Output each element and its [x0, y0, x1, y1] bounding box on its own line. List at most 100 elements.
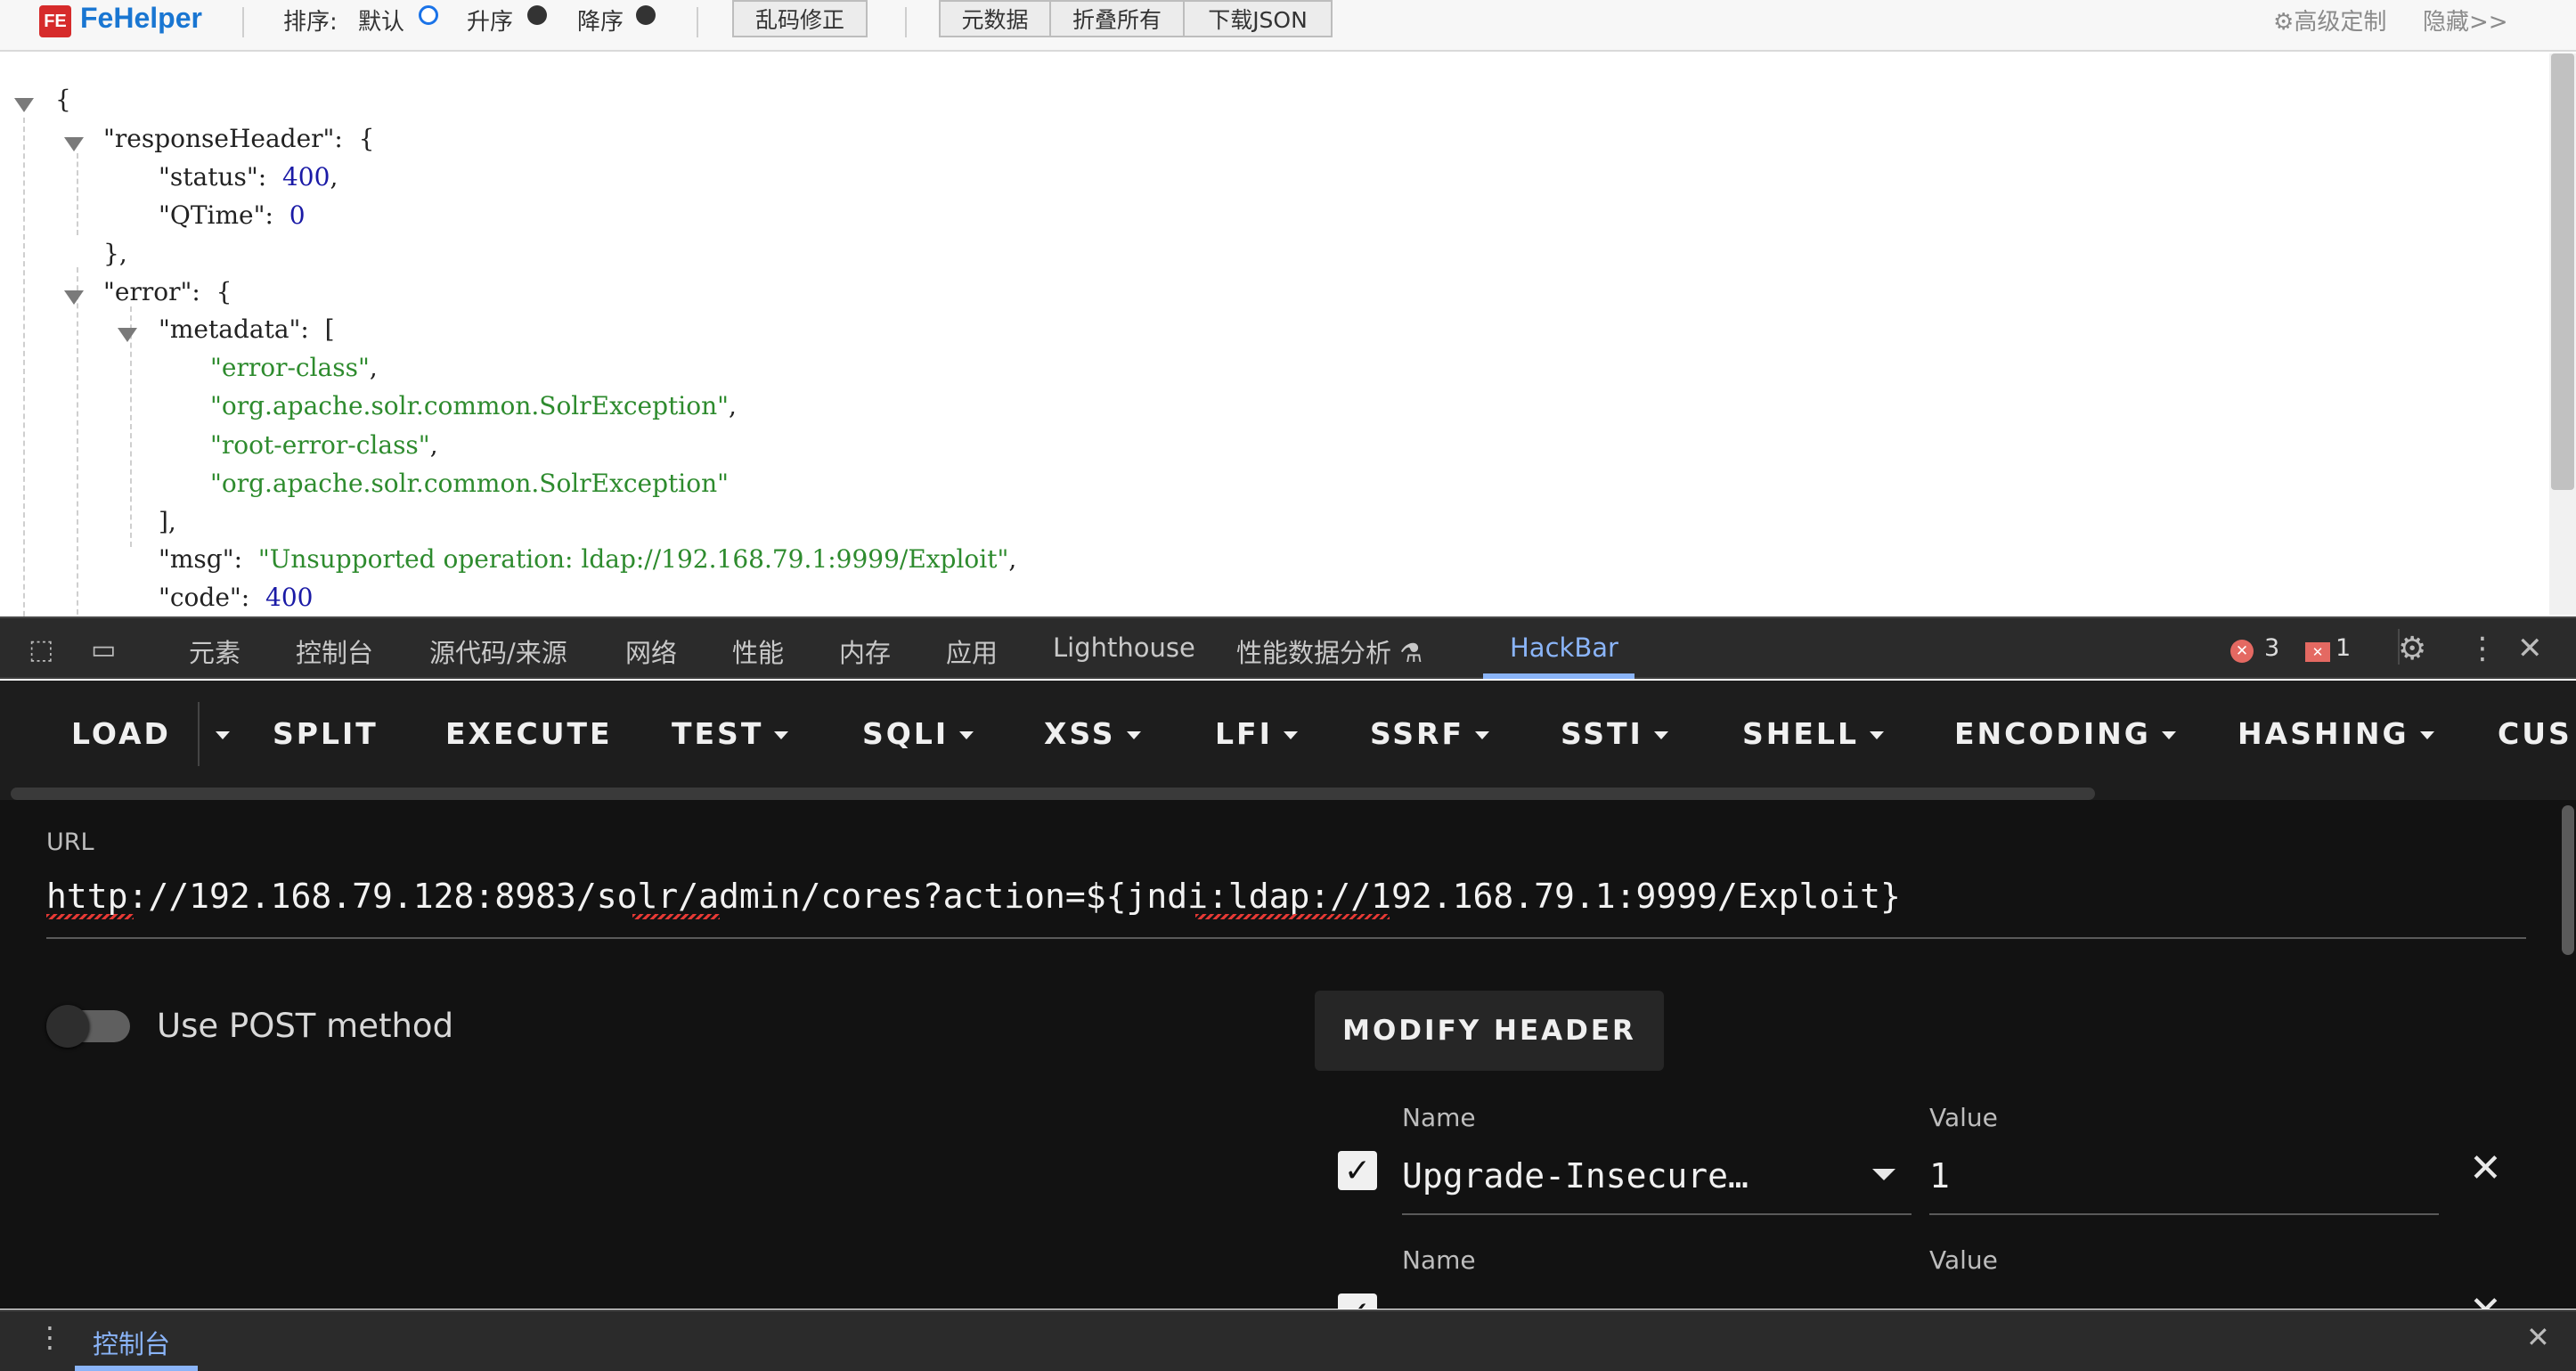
hashing-menu-label: HASHING	[2238, 716, 2409, 751]
chevron-down-icon	[774, 731, 789, 739]
encoding-menu-label: ENCODING	[1954, 716, 2151, 751]
chevron-down-icon	[1869, 731, 1884, 739]
devtools-tabbar: ⬚ ▭ 元素 控制台 源代码/来源 网络 性能 内存 应用 Lighthouse…	[0, 616, 2576, 679]
header-enabled-checkbox[interactable]: ✓	[1338, 1293, 1377, 1309]
collapse-responseheader-icon[interactable]	[64, 137, 84, 151]
inspect-element-icon[interactable]: ⬚	[29, 634, 53, 665]
active-tab-indicator	[1483, 673, 1634, 679]
sort-asc-radio[interactable]	[527, 5, 547, 25]
url-label: URL	[46, 828, 94, 856]
tab-memory[interactable]: 内存	[839, 632, 891, 670]
hashing-menu[interactable]: HASHING	[2238, 716, 2434, 751]
spellcheck-underline	[1195, 914, 1390, 919]
error-count[interactable]: 3	[2264, 634, 2279, 662]
chevron-down-icon	[1126, 731, 1141, 739]
shell-menu-label: SHELL	[1742, 716, 1859, 751]
menu-scrollbar-thumb[interactable]	[11, 788, 2095, 800]
load-button[interactable]: LOAD	[71, 716, 171, 751]
header-value-underline	[1929, 1213, 2439, 1215]
collapse-all-button[interactable]: 折叠所有	[1049, 0, 1185, 37]
xss-menu[interactable]: XSS	[1044, 716, 1141, 751]
sort-desc-label[interactable]: 降序	[577, 4, 624, 37]
device-toolbar-icon[interactable]: ▭	[91, 634, 116, 665]
drawer-menu-icon[interactable]: ⋮	[36, 1320, 64, 1354]
tab-performance-insights[interactable]: 性能数据分析 ⚗	[1236, 632, 1423, 670]
remove-header-icon[interactable]: ✕	[2469, 1146, 2502, 1191]
fehelper-title[interactable]: FeHelper	[80, 2, 202, 35]
lfi-menu[interactable]: LFI	[1215, 716, 1298, 751]
browser-window: FE FeHelper 排序: 默认 升序 降序 乱码修正 元数据 折叠所有 下…	[0, 0, 2576, 1371]
drawer-tab-console[interactable]: 控制台	[93, 1324, 170, 1361]
test-menu[interactable]: TEST	[672, 716, 789, 751]
fix-encoding-button[interactable]: 乱码修正	[732, 0, 868, 37]
issue-icon[interactable]: ✕	[2305, 642, 2330, 662]
json-key-status: "status": 400,	[159, 162, 338, 192]
indent-guide	[77, 267, 78, 624]
custom-menu[interactable]: CUS	[2498, 716, 2572, 751]
post-method-toggle-knob[interactable]	[46, 1005, 89, 1048]
flask-icon: ⚗	[1399, 638, 1423, 668]
load-dropdown[interactable]	[205, 716, 230, 751]
json-key-code: "code": 400	[159, 583, 314, 612]
sort-asc-label[interactable]: 升序	[467, 4, 513, 37]
tab-lighthouse[interactable]: Lighthouse	[1053, 632, 1195, 663]
indent-guide	[130, 306, 132, 547]
drawer-active-indicator	[75, 1366, 198, 1371]
hackbar-scrollbar-thumb[interactable]	[2562, 805, 2574, 955]
tab-hackbar[interactable]: HackBar	[1510, 632, 1618, 663]
more-options-icon[interactable]: ⋮	[2467, 631, 2498, 666]
tab-network[interactable]: 网络	[625, 632, 677, 670]
checkmark-icon: ✓	[1344, 1295, 1371, 1310]
json-key-qtime: "QTime": 0	[159, 200, 306, 230]
header-value-input[interactable]: 1	[1929, 1156, 1950, 1196]
header-name-dropdown-icon[interactable]	[1872, 1169, 1895, 1180]
tab-application[interactable]: 应用	[946, 632, 998, 670]
sort-label: 排序:	[283, 9, 338, 36]
advanced-settings-link[interactable]: ⚙高级定制	[2273, 4, 2386, 37]
tab-sources[interactable]: 源代码/来源	[429, 632, 567, 670]
json-viewer: { "responseHeader": { "status": 400, "QT…	[0, 53, 2576, 625]
toolbar-divider	[905, 7, 907, 37]
close-devtools-icon[interactable]: ✕	[2517, 631, 2543, 666]
collapse-root-icon[interactable]	[14, 98, 34, 112]
json-key-responseheader: "responseHeader": {	[103, 124, 375, 153]
collapse-metadata-icon[interactable]	[118, 328, 137, 342]
spellcheck-underline	[632, 914, 720, 919]
ssrf-menu[interactable]: SSRF	[1370, 716, 1490, 751]
sqli-menu[interactable]: SQLI	[862, 716, 974, 751]
settings-gear-icon[interactable]: ⚙	[2398, 631, 2426, 667]
json-key-metadata: "metadata": [	[159, 314, 335, 344]
hide-toolbar-link[interactable]: 隐藏>>	[2423, 4, 2508, 37]
json-close-metadata: ],	[159, 507, 176, 536]
modify-header-button[interactable]: MODIFY HEADER	[1315, 991, 1664, 1071]
metadata-button[interactable]: 元数据	[939, 0, 1051, 37]
collapse-error-icon[interactable]	[64, 290, 84, 305]
header-name-input[interactable]: Upgrade-Insecure…	[1402, 1156, 1749, 1196]
sort-desc-radio[interactable]	[636, 5, 656, 25]
header-enabled-checkbox[interactable]: ✓	[1338, 1151, 1377, 1190]
test-menu-label: TEST	[672, 716, 764, 751]
split-button[interactable]: SPLIT	[273, 716, 379, 751]
remove-header-icon[interactable]: ✕	[2469, 1288, 2502, 1309]
json-scrollbar-thumb[interactable]	[2551, 53, 2574, 490]
tab-elements[interactable]: 元素	[189, 632, 240, 670]
encoding-menu[interactable]: ENCODING	[1954, 716, 2176, 751]
sort-default-label[interactable]: 默认	[358, 4, 404, 37]
error-icon[interactable]: ✕	[2230, 640, 2254, 663]
ssti-menu[interactable]: SSTI	[1561, 716, 1668, 751]
json-string-value: "root-error-class",	[210, 430, 438, 460]
tab-console[interactable]: 控制台	[296, 632, 373, 670]
tab-performance[interactable]: 性能	[732, 632, 784, 670]
execute-button[interactable]: EXECUTE	[445, 716, 613, 751]
spellcheck-underline	[46, 914, 134, 919]
chevron-down-icon	[1475, 731, 1490, 739]
json-root-open: {	[55, 85, 71, 114]
chevron-down-icon	[1653, 731, 1668, 739]
download-json-button[interactable]: 下载JSON	[1183, 0, 1333, 37]
shell-menu[interactable]: SHELL	[1742, 716, 1884, 751]
header-name-label: Name	[1402, 1245, 1476, 1275]
close-drawer-icon[interactable]: ✕	[2526, 1320, 2550, 1354]
sort-default-radio[interactable]	[419, 5, 438, 25]
url-input[interactable]: http://192.168.79.128:8983/solr/admin/co…	[46, 877, 1901, 916]
issue-count[interactable]: 1	[2336, 634, 2351, 662]
